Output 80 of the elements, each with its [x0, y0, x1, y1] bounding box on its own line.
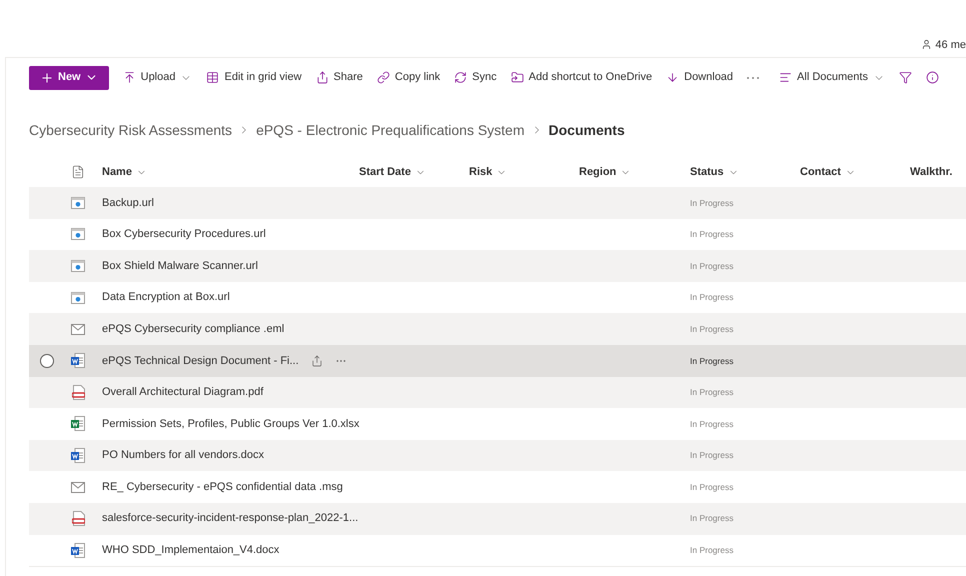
- file-name[interactable]: RE_ Cybersecurity - ePQS confidential data .msg: [102, 478, 343, 496]
- filter-icon: [898, 71, 912, 84]
- select-radio[interactable]: [40, 354, 54, 368]
- web-file-icon: [71, 228, 85, 240]
- table-row[interactable]: salesforce-security-incident-response-plan_2022-1... In Progress: [29, 502, 966, 535]
- web-file-icon: [71, 260, 85, 272]
- info-button[interactable]: [926, 71, 939, 84]
- excel-file-icon: [71, 416, 85, 432]
- lines-icon: [779, 71, 792, 84]
- download-icon: [666, 71, 680, 84]
- member-count[interactable]: 46 me: [935, 36, 966, 53]
- word-file-icon: [71, 542, 85, 558]
- column-header[interactable]: Risk: [469, 164, 508, 180]
- breadcrumb-link[interactable]: ePQS - Electronic Prequalifications System: [256, 120, 525, 140]
- status-cell: In Progress: [690, 260, 734, 271]
- table-row[interactable]: ePQS Cybersecurity compliance .eml In Progress: [29, 313, 966, 345]
- person-icon: [921, 39, 932, 50]
- toolbar-button[interactable]: Edit in grid view: [206, 69, 302, 86]
- status-cell: In Progress: [690, 198, 734, 208]
- column-header[interactable]: Region: [579, 164, 632, 180]
- file-name[interactable]: salesforce-security-incident-response-plan_2022-1...: [102, 510, 358, 527]
- table-row[interactable]: Overall Architectural Diagram.pdf In Progress: [29, 376, 966, 408]
- status-cell: In Progress: [690, 324, 734, 334]
- grid-icon: [206, 71, 220, 84]
- status-cell: In Progress: [690, 450, 734, 460]
- upload-icon: [122, 71, 136, 84]
- link-icon: [376, 71, 390, 84]
- file-name[interactable]: ePQS Technical Design Document - Fi...: [102, 352, 299, 370]
- share-icon: [316, 71, 329, 84]
- status-cell: In Progress: [690, 545, 734, 556]
- status-cell: In Progress: [690, 292, 734, 302]
- toolbar-button[interactable]: Add shortcut to OneDrive: [510, 69, 652, 86]
- toolbar-button[interactable]: Download: [666, 69, 734, 86]
- file-name[interactable]: Data Encryption at Box.url: [102, 289, 230, 306]
- info-icon: [926, 71, 939, 84]
- sync-icon: [454, 71, 468, 84]
- column-header[interactable]: Status: [690, 164, 739, 180]
- file-type-icon: [71, 165, 85, 179]
- status-cell: In Progress: [690, 387, 734, 398]
- web-file-icon: [71, 196, 85, 209]
- file-name[interactable]: WHO SDD_Implementaion_V4.docx: [102, 542, 280, 559]
- pdf-file-icon: [72, 511, 84, 526]
- file-name[interactable]: ePQS Cybersecurity compliance .eml: [102, 320, 284, 338]
- breadcrumb-link[interactable]: Documents: [548, 120, 625, 140]
- filter-button[interactable]: [898, 71, 912, 84]
- breadcrumb-link[interactable]: Cybersecurity Risk Assessments: [29, 120, 232, 140]
- toolbar-button[interactable]: Sync: [454, 69, 497, 86]
- plus-icon: [40, 70, 54, 84]
- status-cell: In Progress: [690, 513, 734, 524]
- view-switcher[interactable]: All Documents: [779, 69, 885, 86]
- table-row[interactable]: PO Numbers for all vendors.docx In Progress: [29, 440, 966, 472]
- column-header[interactable]: Contact: [800, 164, 856, 180]
- column-header[interactable]: Start Date: [359, 164, 426, 180]
- status-cell: In Progress: [690, 229, 734, 240]
- table-row[interactable]: Box Shield Malware Scanner.url In Progress: [29, 250, 966, 282]
- status-cell: In Progress: [690, 482, 734, 492]
- status-cell: In Progress: [690, 356, 734, 366]
- toolbar-button[interactable]: Copy link: [376, 69, 440, 86]
- toolbar-button[interactable]: Upload: [122, 69, 192, 86]
- status-cell: In Progress: [690, 418, 734, 429]
- new-button[interactable]: New: [29, 66, 109, 90]
- file-name[interactable]: Backup.url: [102, 194, 154, 212]
- column-header[interactable]: Walkthr.: [910, 164, 952, 180]
- web-file-icon: [71, 292, 85, 304]
- table-row[interactable]: Backup.url In Progress: [29, 187, 966, 219]
- pdf-file-icon: [72, 384, 84, 400]
- file-name[interactable]: Permission Sets, Profiles, Public Groups Ver 1.0.xlsx: [102, 416, 360, 432]
- word-file-icon: [71, 448, 85, 464]
- toolbar-button[interactable]: Share: [316, 69, 363, 86]
- share-icon[interactable]: [310, 354, 323, 367]
- file-name[interactable]: PO Numbers for all vendors.docx: [102, 447, 264, 464]
- file-name[interactable]: Overall Architectural Diagram.pdf: [102, 384, 264, 401]
- envelope-icon: [71, 324, 85, 335]
- file-name[interactable]: Box Cybersecurity Procedures.url: [102, 226, 266, 243]
- shortcut-icon: [510, 71, 524, 84]
- table-row[interactable]: ePQS Technical Design Document - Fi... In Progress: [29, 344, 966, 377]
- file-name[interactable]: Box Shield Malware Scanner.url: [102, 258, 258, 274]
- envelope-icon: [71, 482, 85, 493]
- word-file-icon: [71, 353, 85, 368]
- column-header[interactable]: Name: [102, 164, 147, 180]
